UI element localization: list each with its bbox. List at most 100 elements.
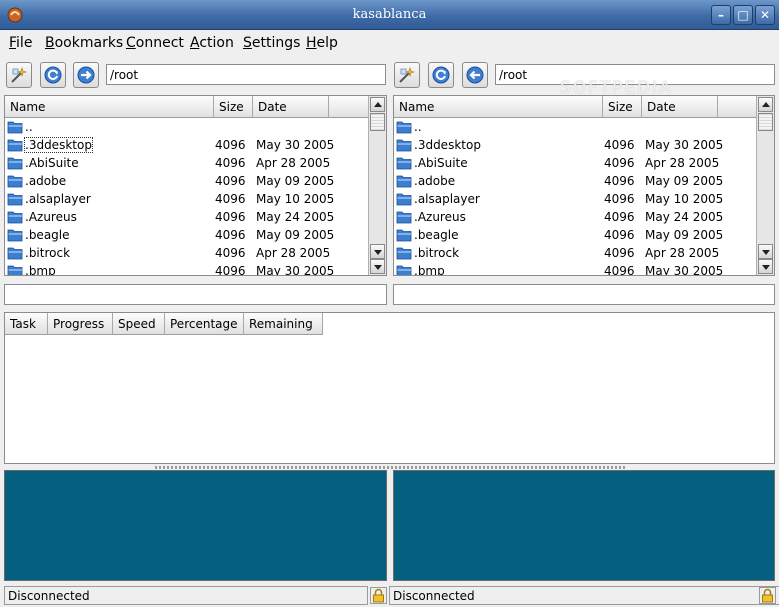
file-name: .bmp <box>414 264 445 276</box>
menu-help[interactable]: Help <box>306 35 338 51</box>
column-speed[interactable]: Speed <box>113 313 165 335</box>
file-row[interactable]: .AbiSuite 4096 Apr 28 2005 <box>5 154 368 172</box>
refresh-icon <box>432 66 450 84</box>
scroll-thumb[interactable] <box>758 113 773 131</box>
scroll-thumb[interactable] <box>370 113 385 131</box>
left-refresh-button[interactable] <box>40 62 66 88</box>
scroll-up-button[interactable] <box>370 97 385 112</box>
file-size: 4096 <box>215 228 246 242</box>
file-row[interactable]: .bmp 4096 May 30 2005 <box>394 262 756 276</box>
folder-icon <box>396 139 412 152</box>
scroll-down-button[interactable] <box>370 259 385 274</box>
right-command-input[interactable] <box>393 284 775 305</box>
file-row[interactable]: .Azureus 4096 May 24 2005 <box>394 208 756 226</box>
left-file-list[interactable]: Name Size Date .. .3ddesktop 4096 May 30 20… <box>4 95 387 276</box>
file-date: May 30 2005 <box>256 264 335 276</box>
column-size[interactable]: Size <box>603 96 642 118</box>
file-name: .bitrock <box>414 246 460 260</box>
file-name: .AbiSuite <box>414 156 468 170</box>
file-size: 4096 <box>604 264 635 276</box>
file-size: 4096 <box>215 138 246 152</box>
right-file-list[interactable]: Name Size Date .. .3ddesktop 4096 May 30 20… <box>393 95 775 276</box>
left-lock-icon <box>370 587 387 604</box>
column-date[interactable]: Date <box>253 96 329 118</box>
splitter-handle[interactable] <box>155 466 625 469</box>
column-task[interactable]: Task <box>5 313 48 335</box>
file-size: 4096 <box>604 174 635 188</box>
folder-icon <box>396 265 412 275</box>
menu-settings[interactable]: Settings <box>243 35 300 51</box>
file-row[interactable]: .bmp 4096 May 30 2005 <box>5 262 368 276</box>
transfer-queue[interactable]: Task Progress Speed Percentage Remaining <box>4 312 775 464</box>
column-date[interactable]: Date <box>642 96 718 118</box>
file-row[interactable]: .beagle 4096 May 09 2005 <box>394 226 756 244</box>
left-scrollbar[interactable] <box>368 96 386 275</box>
file-row[interactable]: .alsaplayer 4096 May 10 2005 <box>5 190 368 208</box>
file-row[interactable]: .beagle 4096 May 09 2005 <box>5 226 368 244</box>
scroll-down-button-upper[interactable] <box>758 244 773 259</box>
file-date: May 30 2005 <box>645 138 724 152</box>
column-name[interactable]: Name <box>5 96 214 118</box>
close-button[interactable]: ✕ <box>755 5 775 25</box>
file-date: May 09 2005 <box>256 228 335 242</box>
file-size: 4096 <box>215 246 246 260</box>
file-size: 4096 <box>604 228 635 242</box>
left-status: Disconnected <box>4 586 368 605</box>
file-size: 4096 <box>215 210 246 224</box>
left-transfer-right-button[interactable] <box>73 62 99 88</box>
folder-icon <box>396 121 412 134</box>
file-row[interactable]: .3ddesktop 4096 May 30 2005 <box>394 136 756 154</box>
file-row[interactable]: .3ddesktop 4096 May 30 2005 <box>5 136 368 154</box>
column-remaining[interactable]: Remaining <box>244 313 323 335</box>
file-size: 4096 <box>604 156 635 170</box>
folder-icon <box>7 193 23 206</box>
column-name[interactable]: Name <box>394 96 603 118</box>
minimize-button[interactable]: – <box>711 5 731 25</box>
file-row[interactable]: .bitrock 4096 Apr 28 2005 <box>394 244 756 262</box>
file-size: 4096 <box>604 138 635 152</box>
right-transfer-left-button[interactable] <box>462 62 488 88</box>
left-connect-button[interactable] <box>6 62 32 88</box>
scroll-down-button[interactable] <box>758 259 773 274</box>
left-log-pane[interactable] <box>4 470 387 581</box>
scroll-up-button[interactable] <box>758 97 773 112</box>
file-date: Apr 28 2005 <box>645 156 720 170</box>
menu-bookmarks[interactable]: Bookmarks <box>45 35 123 51</box>
file-row[interactable]: .Azureus 4096 May 24 2005 <box>5 208 368 226</box>
file-row[interactable]: .. <box>5 118 368 136</box>
scroll-down-button-upper[interactable] <box>370 244 385 259</box>
folder-icon <box>396 175 412 188</box>
file-date: May 24 2005 <box>645 210 724 224</box>
file-size: 4096 <box>215 192 246 206</box>
file-size: 4096 <box>215 174 246 188</box>
file-size: 4096 <box>604 210 635 224</box>
file-name: .beagle <box>25 228 70 242</box>
right-lock-icon <box>759 587 776 604</box>
file-date: Apr 28 2005 <box>645 246 720 260</box>
column-progress[interactable]: Progress <box>48 313 113 335</box>
queue-header: Task Progress Speed Percentage Remaining <box>5 313 323 335</box>
file-row[interactable]: .AbiSuite 4096 Apr 28 2005 <box>394 154 756 172</box>
right-scrollbar[interactable] <box>756 96 774 275</box>
maximize-button[interactable]: □ <box>733 5 753 25</box>
file-row[interactable]: .alsaplayer 4096 May 10 2005 <box>394 190 756 208</box>
right-log-pane[interactable] <box>393 470 775 581</box>
column-percentage[interactable]: Percentage <box>165 313 244 335</box>
left-list-header: Name Size Date <box>5 96 368 118</box>
file-row[interactable]: .adobe 4096 May 09 2005 <box>5 172 368 190</box>
menu-file[interactable]: File <box>9 35 32 51</box>
left-path-input[interactable] <box>106 64 386 85</box>
menu-action[interactable]: Action <box>190 35 234 51</box>
folder-icon <box>396 211 412 224</box>
queue-header-filler <box>323 313 774 335</box>
file-date: Apr 28 2005 <box>256 246 331 260</box>
right-refresh-button[interactable] <box>428 62 454 88</box>
column-size[interactable]: Size <box>214 96 253 118</box>
menu-connect[interactable]: Connect <box>126 35 184 51</box>
file-row[interactable]: .bitrock 4096 Apr 28 2005 <box>5 244 368 262</box>
right-connect-button[interactable] <box>394 62 420 88</box>
file-row[interactable]: .adobe 4096 May 09 2005 <box>394 172 756 190</box>
left-command-input[interactable] <box>4 284 387 305</box>
file-row[interactable]: .. <box>394 118 756 136</box>
file-date: May 24 2005 <box>256 210 335 224</box>
